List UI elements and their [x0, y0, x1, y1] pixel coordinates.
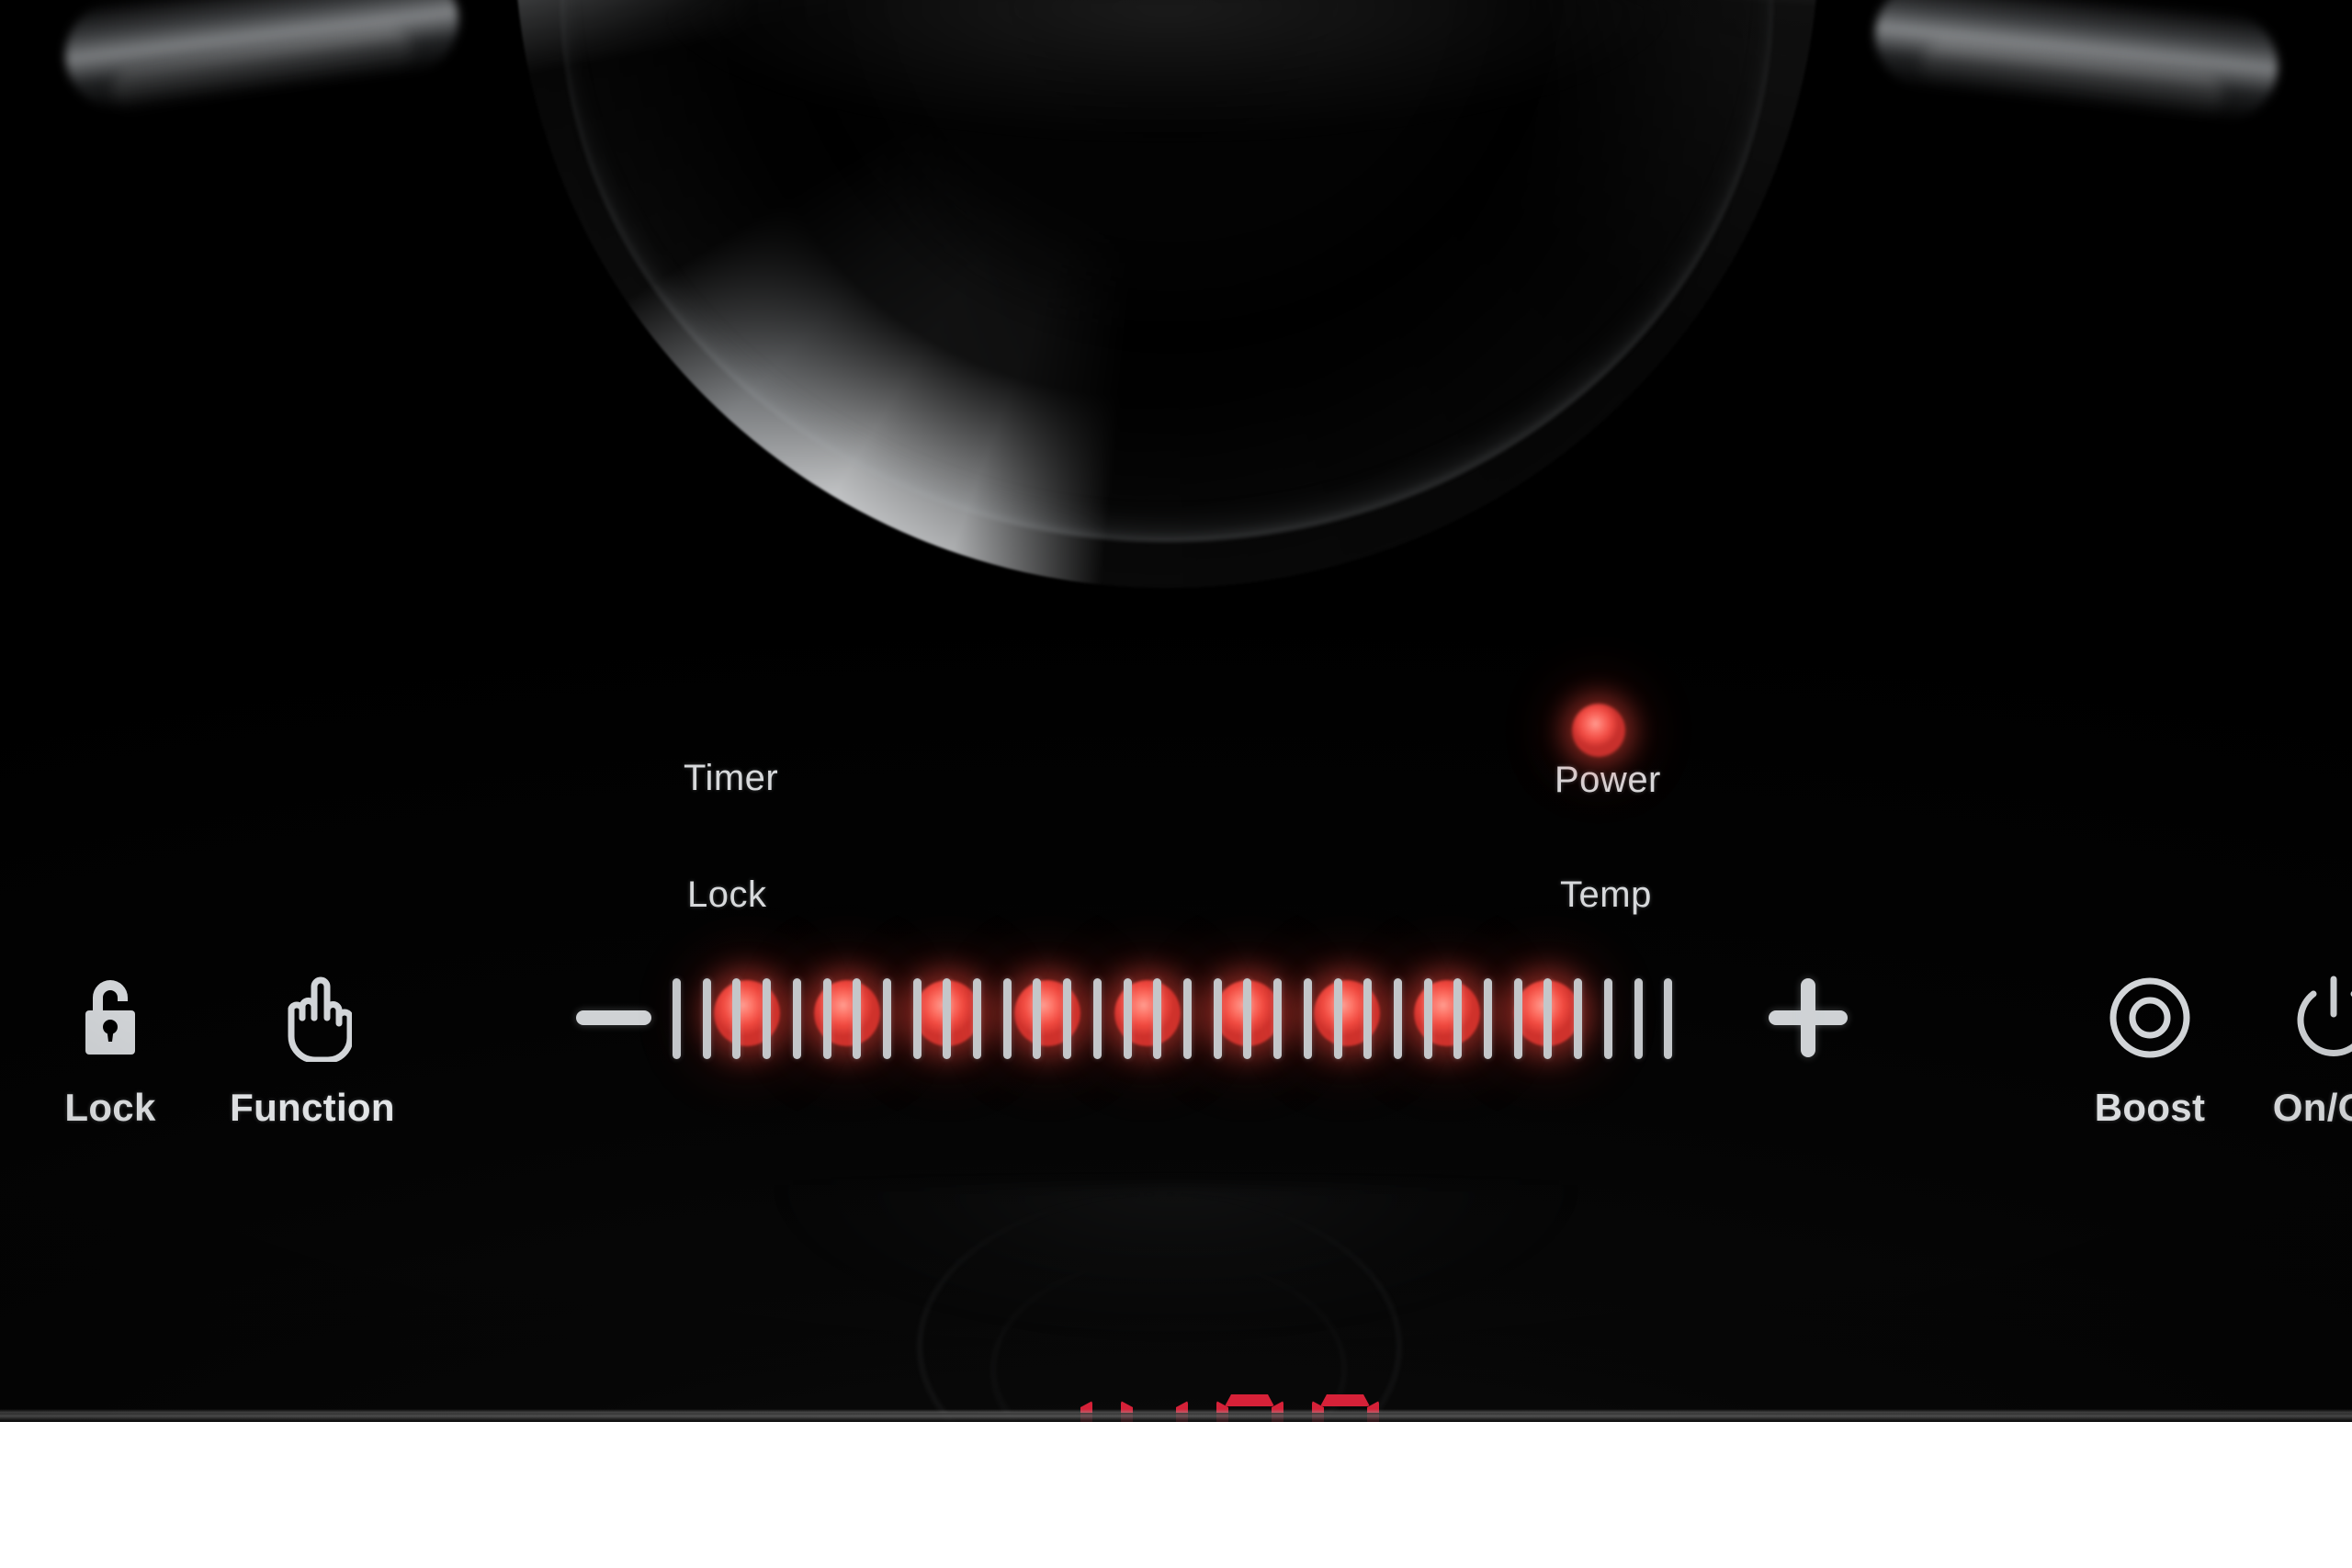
increase-button[interactable]	[1698, 974, 1918, 1062]
slider-tick	[1063, 978, 1072, 1059]
pot-rim-highlight	[551, 0, 1782, 321]
slider-tick	[1393, 978, 1402, 1059]
slider-tick	[1123, 978, 1132, 1059]
slider-tick	[1423, 978, 1432, 1059]
decrease-button[interactable]	[503, 974, 724, 1062]
minus-icon	[503, 974, 724, 1062]
indicator-label-timer: Timer	[684, 758, 779, 798]
slider-tick	[1092, 978, 1102, 1059]
on-off-button[interactable]: On/Off	[2196, 974, 2352, 1130]
slider-tick	[702, 978, 711, 1059]
slider-tick	[882, 978, 891, 1059]
slider-tick	[1513, 978, 1522, 1059]
slider-tick	[1544, 978, 1553, 1059]
slider-tick	[1484, 978, 1493, 1059]
slider-tick	[1574, 978, 1583, 1059]
indicator-label-temp: Temp	[1560, 874, 1652, 915]
indicator-label-power: Power	[1555, 760, 1661, 800]
screenshot-root: Timer Lock Power Temp Lock Function Boos…	[0, 0, 2352, 1568]
pointing-hand-icon	[138, 974, 487, 1062]
slider-tick	[1002, 978, 1012, 1059]
slider-tick	[1664, 978, 1673, 1059]
plus-icon	[1698, 974, 1918, 1062]
slider-tick	[1243, 978, 1252, 1059]
slider-tick	[1603, 978, 1612, 1059]
slider-tick	[1634, 978, 1643, 1059]
on-off-button-label: On/Off	[2272, 1086, 2352, 1129]
slider-tick	[673, 978, 681, 1059]
power-indicator-led	[1572, 704, 1625, 757]
slider-tick	[1183, 978, 1192, 1059]
slider-tick	[943, 978, 952, 1059]
slider-tick	[1153, 978, 1162, 1059]
function-button-label: Function	[230, 1086, 395, 1129]
slider-tick	[1213, 978, 1222, 1059]
slider-tick	[792, 978, 801, 1059]
slider-tick	[732, 978, 741, 1059]
slider-tick	[1333, 978, 1342, 1059]
slider-tick	[1303, 978, 1312, 1059]
slider-tick	[1363, 978, 1373, 1059]
slider-tick	[1273, 978, 1283, 1059]
slider-tick	[822, 978, 831, 1059]
cooktop-glass-surface: Timer Lock Power Temp Lock Function Boos…	[0, 0, 2352, 1422]
stainless-pot	[0, 0, 2352, 606]
slider-tick	[1033, 978, 1042, 1059]
glass-bottom-edge	[0, 1413, 2352, 1422]
function-button[interactable]: Function	[138, 974, 487, 1130]
slider-tick	[912, 978, 922, 1059]
slider-tick	[1453, 978, 1463, 1059]
slider-tick	[853, 978, 862, 1059]
slider-tick	[973, 978, 982, 1059]
slider-tick	[763, 978, 772, 1059]
power-symbol-icon	[2196, 974, 2352, 1062]
indicator-label-lock: Lock	[687, 874, 767, 915]
